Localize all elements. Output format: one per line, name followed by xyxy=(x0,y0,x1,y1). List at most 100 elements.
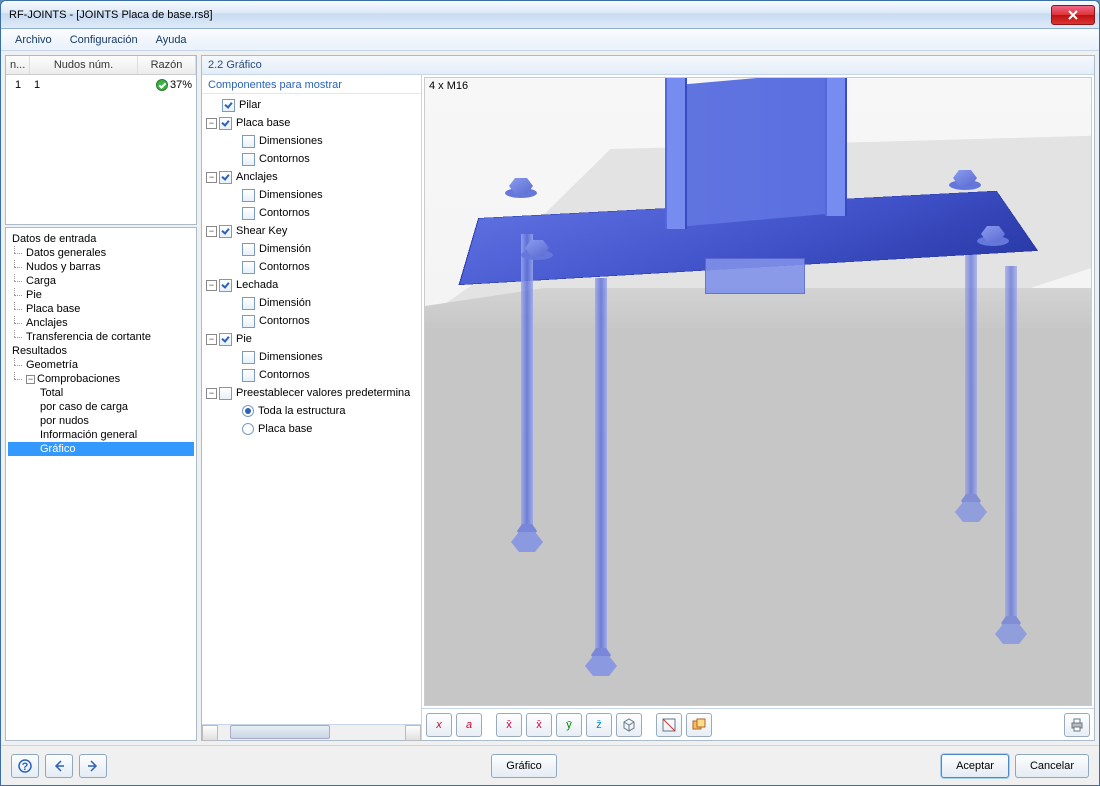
nav-item[interactable]: Total xyxy=(8,386,194,400)
nav-item[interactable]: Placa base xyxy=(8,302,194,316)
print-button[interactable] xyxy=(1064,713,1090,737)
collapse-icon[interactable]: − xyxy=(206,388,217,399)
collapse-icon[interactable]: − xyxy=(206,280,217,291)
grafico-button[interactable]: Gráfico xyxy=(491,754,556,778)
cancelar-button[interactable]: Cancelar xyxy=(1015,754,1089,778)
main-panel: 2.2 Gráfico Componentes para mostrar Pil… xyxy=(201,55,1095,741)
checkbox-preset[interactable] xyxy=(219,387,232,400)
content-area: n... Nudos núm. Razón 1 1 37% Datos de e… xyxy=(1,51,1099,745)
nav-item[interactable]: Transferencia de cortante xyxy=(8,330,194,344)
help-icon: ? xyxy=(18,759,32,773)
view-xneg-button[interactable]: x̄ xyxy=(496,713,522,737)
graphics-toolbar: x a x̄ x̄ ȳ z̄ xyxy=(422,708,1094,740)
panel-body: Componentes para mostrar Pilar −Placa ba… xyxy=(202,75,1094,740)
prev-button[interactable] xyxy=(45,754,73,778)
titlebar[interactable]: RF-JOINTS - [JOINTS Placa de base.rs8] xyxy=(1,1,1099,29)
nav-item[interactable]: Información general xyxy=(8,428,194,442)
components-title: Componentes para mostrar xyxy=(202,75,421,94)
view-x-button[interactable]: x xyxy=(426,713,452,737)
window-title: RF-JOINTS - [JOINTS Placa de base.rs8] xyxy=(9,9,1051,21)
menu-help[interactable]: Ayuda xyxy=(148,32,195,48)
collapse-icon[interactable]: − xyxy=(206,226,217,237)
cell-n: 1 xyxy=(6,77,30,93)
table-row[interactable]: 1 1 37% xyxy=(6,75,196,95)
check-ok-icon xyxy=(156,79,168,91)
close-button[interactable] xyxy=(1051,5,1095,25)
nav-item[interactable]: Anclajes xyxy=(8,316,194,330)
transparency-button[interactable] xyxy=(656,713,682,737)
collapse-icon[interactable]: − xyxy=(206,118,217,129)
scrollbar-thumb[interactable] xyxy=(230,725,330,739)
collapse-icon[interactable]: − xyxy=(26,375,35,384)
checkbox[interactable] xyxy=(242,153,255,166)
view-y-button[interactable]: ȳ xyxy=(556,713,582,737)
checkbox[interactable] xyxy=(242,189,255,202)
collapse-icon[interactable]: − xyxy=(206,334,217,345)
col-reason[interactable]: Razón xyxy=(138,56,196,74)
viewport-3d[interactable]: 4 x M16 xyxy=(424,77,1092,706)
view-iso-button[interactable] xyxy=(616,713,642,737)
nav-input-header[interactable]: Datos de entrada xyxy=(8,232,194,246)
view-z-button[interactable]: z̄ xyxy=(586,713,612,737)
footer: ? Gráfico Aceptar Cancelar xyxy=(1,745,1099,785)
menubar: Archivo Configuración Ayuda xyxy=(1,29,1099,51)
grid-header: n... Nudos núm. Razón xyxy=(6,56,196,75)
nav-comprobaciones[interactable]: −Comprobaciones xyxy=(8,372,194,386)
radio-whole[interactable] xyxy=(242,405,254,417)
nav-item[interactable]: por caso de carga xyxy=(8,400,194,414)
checkbox[interactable] xyxy=(242,207,255,220)
menu-file[interactable]: Archivo xyxy=(7,32,60,48)
checkbox[interactable] xyxy=(242,297,255,310)
results-grid[interactable]: n... Nudos núm. Razón 1 1 37% xyxy=(5,55,197,225)
checkbox-anclajes[interactable] xyxy=(219,171,232,184)
checkbox-lechada[interactable] xyxy=(219,279,232,292)
aceptar-button[interactable]: Aceptar xyxy=(941,754,1009,778)
navigation-tree[interactable]: Datos de entrada Datos generales Nudos y… xyxy=(5,227,197,741)
panel-title: 2.2 Gráfico xyxy=(202,56,1094,75)
left-column: n... Nudos núm. Razón 1 1 37% Datos de e… xyxy=(5,55,197,741)
copy-icon xyxy=(692,718,706,732)
checkbox[interactable] xyxy=(242,243,255,256)
checkbox[interactable] xyxy=(242,261,255,274)
main-window: RF-JOINTS - [JOINTS Placa de base.rs8] A… xyxy=(0,0,1100,786)
components-tree[interactable]: Pilar −Placa base Dimensiones Contornos … xyxy=(202,94,421,724)
close-icon xyxy=(1068,10,1078,20)
checkbox-pilar[interactable] xyxy=(222,99,235,112)
horizontal-scrollbar[interactable] xyxy=(202,724,421,740)
col-nodes[interactable]: Nudos núm. xyxy=(30,56,138,74)
transparency-icon xyxy=(662,718,676,732)
printer-icon xyxy=(1070,718,1084,732)
col-n[interactable]: n... xyxy=(6,56,30,74)
nav-item[interactable]: por nudos xyxy=(8,414,194,428)
copy-view-button[interactable] xyxy=(686,713,712,737)
help-button[interactable]: ? xyxy=(11,754,39,778)
nav-item[interactable]: Datos generales xyxy=(8,246,194,260)
nav-grafico[interactable]: Gráfico xyxy=(8,442,194,456)
checkbox[interactable] xyxy=(242,369,255,382)
view-xpos-button[interactable]: x̄ xyxy=(526,713,552,737)
components-panel: Componentes para mostrar Pilar −Placa ba… xyxy=(202,75,422,740)
cell-nodes: 1 xyxy=(30,77,138,93)
nav-results-header[interactable]: Resultados xyxy=(8,344,194,358)
nav-item[interactable]: Pie xyxy=(8,288,194,302)
graphics-area: 4 x M16 xyxy=(422,75,1094,740)
checkbox[interactable] xyxy=(242,135,255,148)
prev-icon xyxy=(52,759,66,773)
nav-item[interactable]: Geometría xyxy=(8,358,194,372)
menu-config[interactable]: Configuración xyxy=(62,32,146,48)
cube-icon xyxy=(622,718,636,732)
bolt-label: 4 x M16 xyxy=(429,80,468,92)
scene-3d xyxy=(425,78,1091,705)
radio-plate[interactable] xyxy=(242,423,254,435)
checkbox[interactable] xyxy=(242,315,255,328)
svg-text:?: ? xyxy=(22,761,29,773)
nav-item[interactable]: Nudos y barras xyxy=(8,260,194,274)
checkbox-shearkey[interactable] xyxy=(219,225,232,238)
view-a-button[interactable]: a xyxy=(456,713,482,737)
collapse-icon[interactable]: − xyxy=(206,172,217,183)
nav-item[interactable]: Carga xyxy=(8,274,194,288)
next-button[interactable] xyxy=(79,754,107,778)
checkbox-pie[interactable] xyxy=(219,333,232,346)
checkbox[interactable] xyxy=(242,351,255,364)
checkbox-placa[interactable] xyxy=(219,117,232,130)
